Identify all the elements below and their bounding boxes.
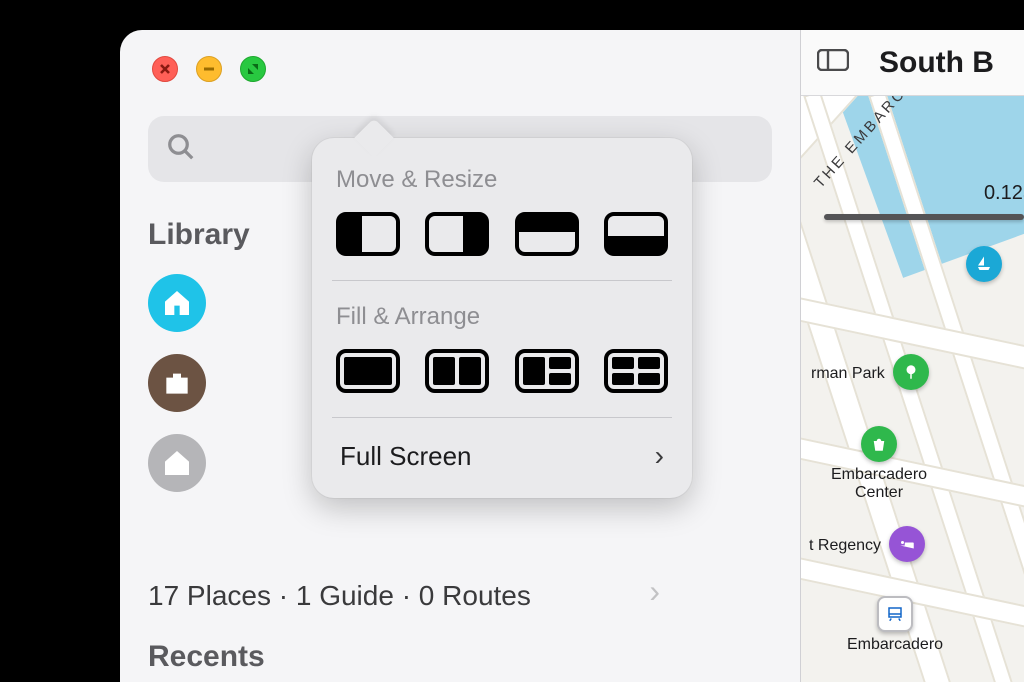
fill-arrange-label: Fill & Arrange: [336, 303, 668, 331]
fill-screen-button[interactable]: [336, 349, 400, 393]
app-window: Library 17 Places · 1 Guide · 0 Routes ›…: [120, 30, 1024, 682]
transit-icon: [877, 596, 913, 632]
sidebar: Library 17 Places · 1 Guide · 0 Routes ›…: [120, 30, 800, 682]
poi-label: Embarcadero Center: [831, 466, 927, 502]
tile-right-button[interactable]: [425, 212, 489, 256]
map-scale-label: 0.125: [984, 182, 1024, 205]
maximize-window-button[interactable]: [240, 56, 266, 82]
poi-park[interactable]: rman Park: [811, 354, 929, 394]
arrange-four-panes-button[interactable]: [604, 349, 668, 393]
poi-hotel[interactable]: t Regency: [809, 526, 925, 566]
arrange-two-columns-button[interactable]: [425, 349, 489, 393]
shopping-bag-icon: [861, 426, 897, 462]
close-window-button[interactable]: [152, 56, 178, 82]
poi-mall[interactable]: Embarcadero Center: [831, 426, 927, 502]
poi-label: Embarcadero: [847, 636, 943, 654]
poi-label: t Regency: [809, 537, 881, 555]
sidebar-toggle-icon[interactable]: [817, 49, 849, 76]
briefcase-icon: [148, 354, 206, 412]
tile-left-button[interactable]: [336, 212, 400, 256]
library-summary: 17 Places · 1 Guide · 0 Routes: [148, 580, 720, 612]
map-canvas[interactable]: THE EMBARCADERO 0.125 rman Park: [801, 96, 1024, 682]
chevron-right-icon[interactable]: ›: [649, 573, 660, 610]
divider: [332, 280, 672, 281]
tile-bottom-button[interactable]: [604, 212, 668, 256]
map-title: South B: [879, 46, 994, 80]
full-screen-label: Full Screen: [340, 441, 472, 472]
sailboat-icon: [966, 246, 1002, 282]
poi-label: rman Park: [811, 365, 885, 383]
move-resize-row: [336, 212, 668, 256]
window-layout-popover: Move & Resize Fill & Arrange Full Screen…: [312, 138, 692, 498]
divider: [332, 417, 672, 418]
poi-transit[interactable]: Embarcadero: [847, 596, 943, 654]
tile-top-button[interactable]: [515, 212, 579, 256]
move-resize-label: Move & Resize: [336, 166, 668, 194]
map-scale-bar: [824, 214, 1024, 220]
search-icon: [166, 132, 196, 167]
arrange-three-panes-button[interactable]: [515, 349, 579, 393]
map-toolbar: South B: [801, 30, 1024, 96]
fill-arrange-row: [336, 349, 668, 393]
tree-icon: [893, 354, 929, 390]
window-controls: [120, 30, 800, 82]
sidebar-section-recents: Recents: [148, 640, 265, 674]
home-alt-icon: [148, 434, 206, 492]
chevron-right-icon: ›: [655, 440, 664, 472]
poi-marina[interactable]: [966, 246, 1002, 286]
minimize-window-button[interactable]: [196, 56, 222, 82]
bed-icon: [889, 526, 925, 562]
full-screen-menu-item[interactable]: Full Screen ›: [336, 440, 668, 498]
home-icon: [148, 274, 206, 332]
map-panel: South B THE EMBARCADERO 0.125 rman Park: [800, 30, 1024, 682]
